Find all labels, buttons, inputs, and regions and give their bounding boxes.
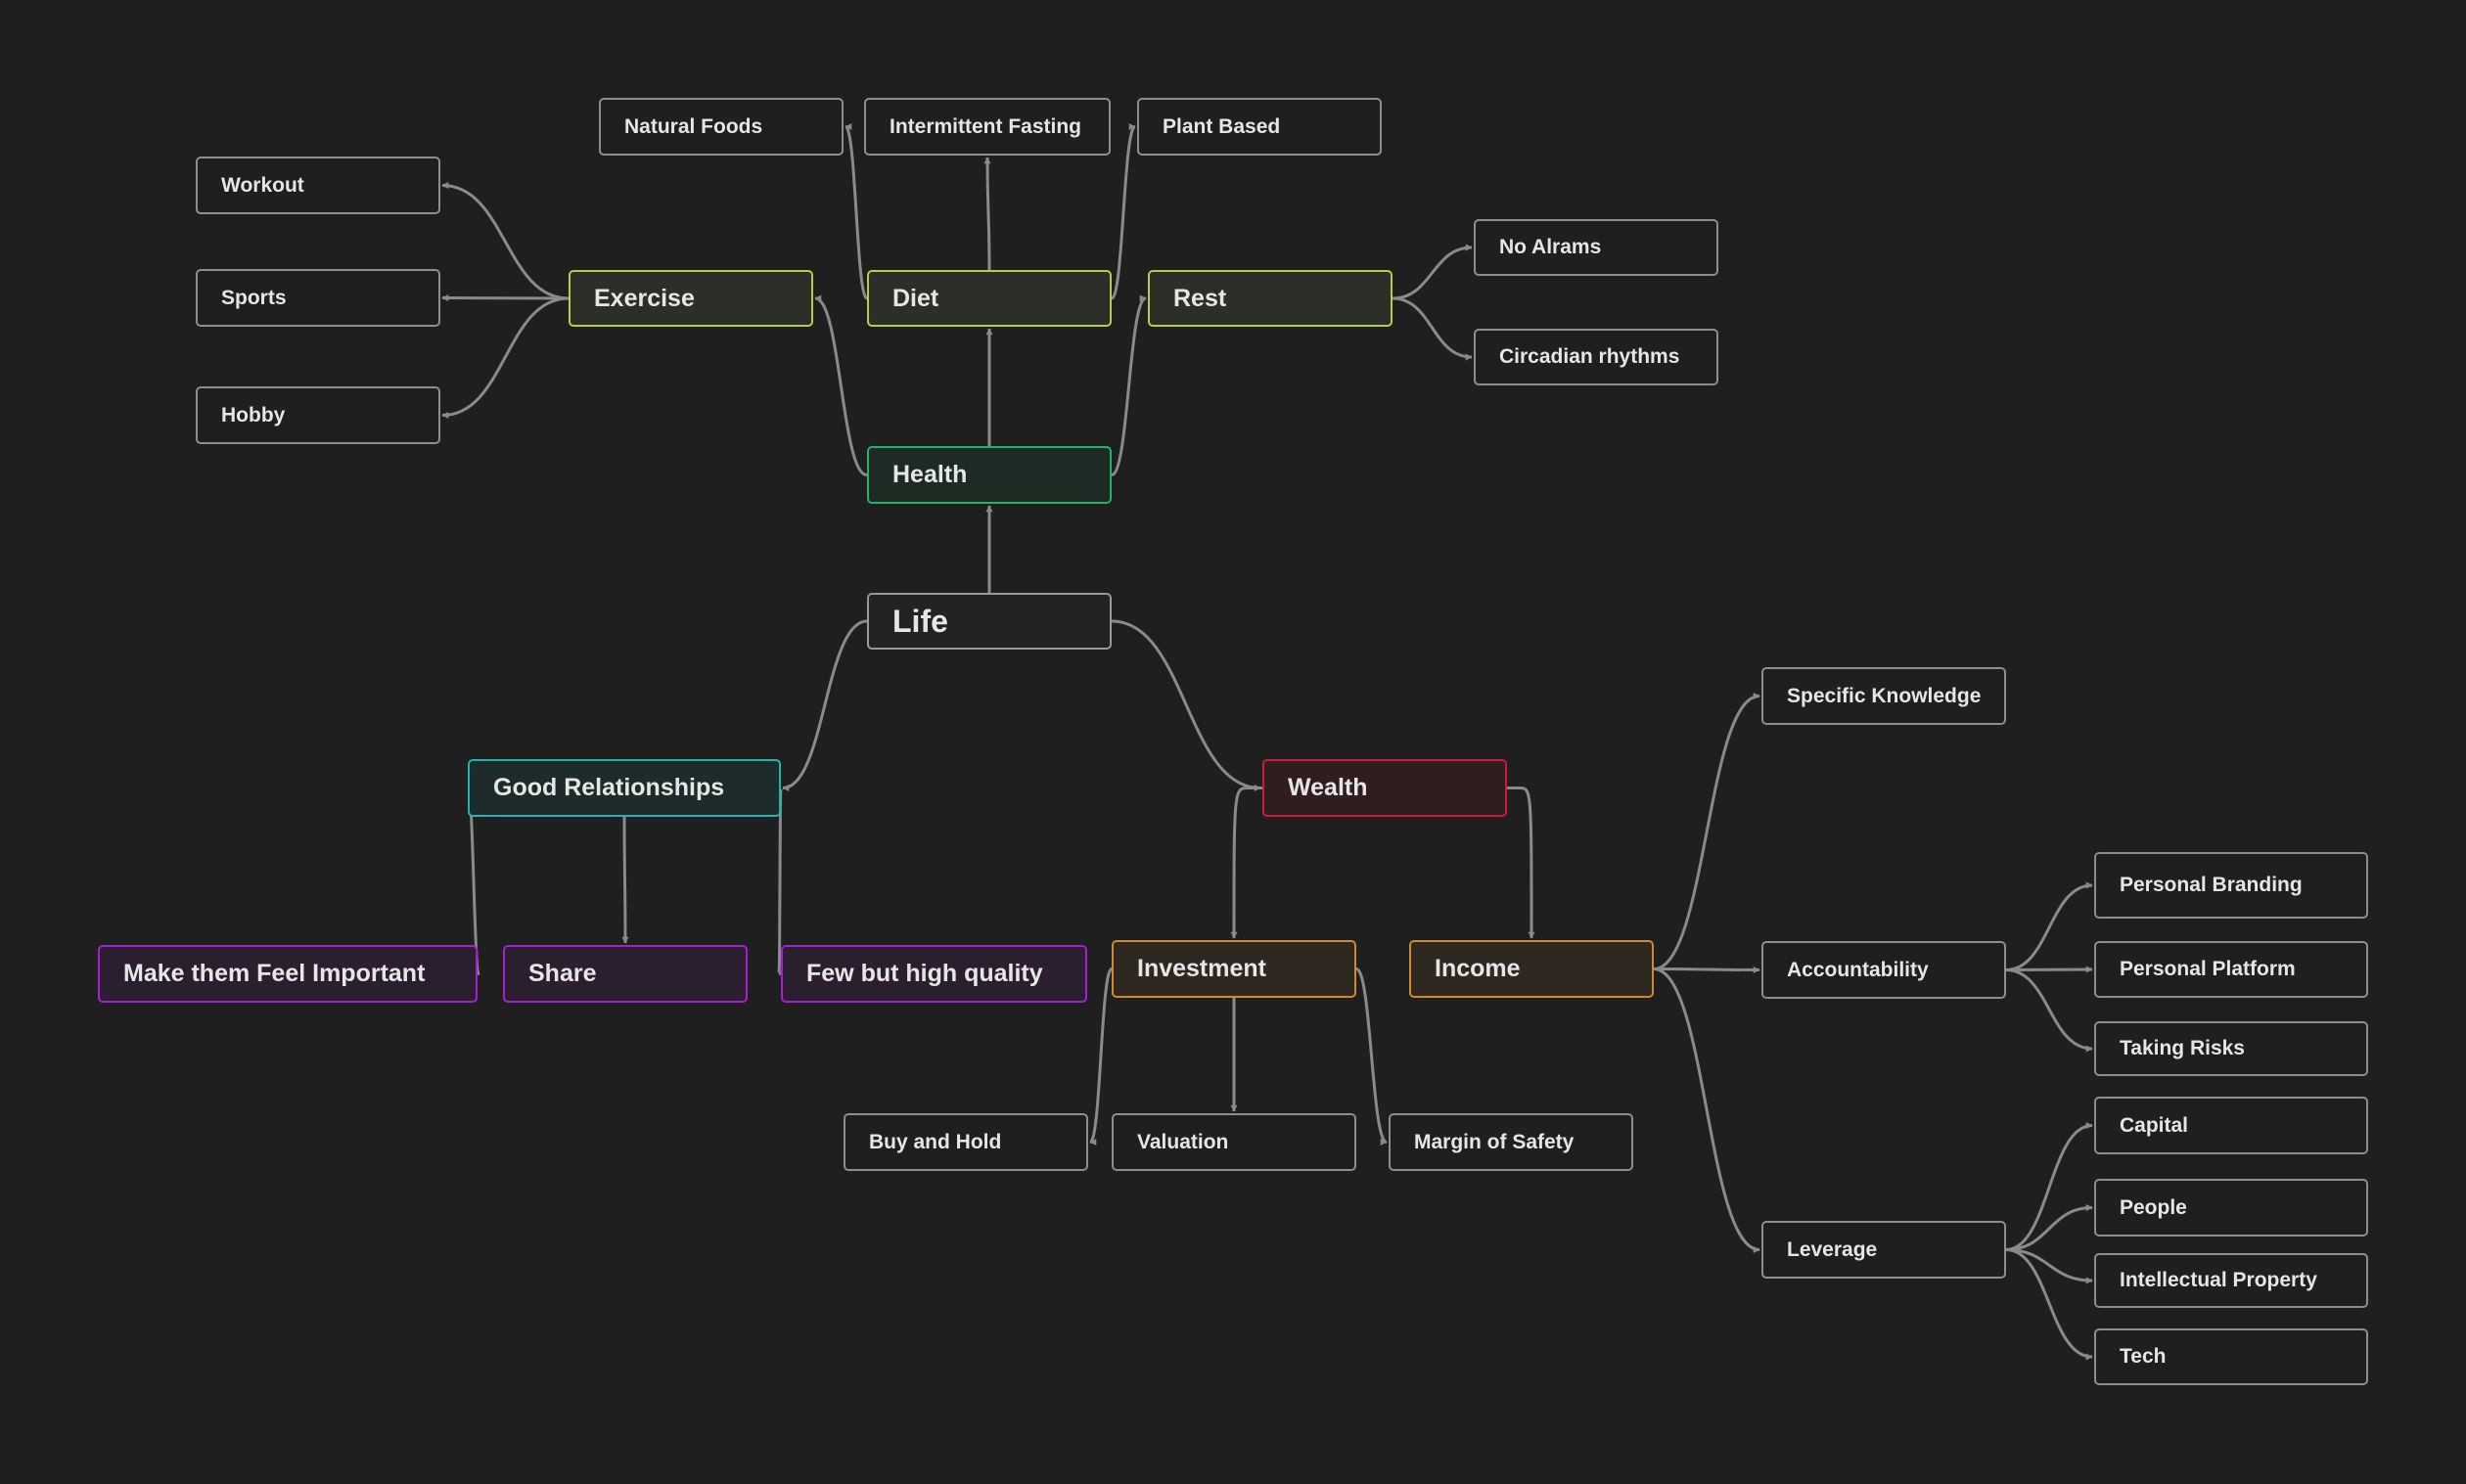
connector-accountability-to-personal_platform bbox=[2005, 966, 2093, 973]
connector-health-to-rest bbox=[1111, 294, 1147, 476]
node-personal-platform[interactable]: Personal Platform bbox=[2094, 941, 2368, 998]
node-label: Workout bbox=[221, 173, 304, 197]
node-label: Hobby bbox=[221, 403, 286, 427]
node-label: Buy and Hold bbox=[869, 1130, 1002, 1153]
connector-good_relationships-to-share bbox=[621, 816, 629, 944]
connector-wealth-to-investment bbox=[1230, 787, 1262, 939]
connector-income-to-specific_knowledge bbox=[1653, 693, 1760, 970]
node-make-them-feel-important[interactable]: Make them Feel Important bbox=[98, 945, 478, 1003]
node-label: Margin of Safety bbox=[1414, 1130, 1575, 1153]
node-specific-knowledge[interactable]: Specific Knowledge bbox=[1761, 667, 2006, 725]
node-label: Health bbox=[892, 461, 968, 488]
node-label: Intellectual Property bbox=[2120, 1269, 2317, 1291]
node-share[interactable]: Share bbox=[503, 945, 748, 1003]
node-diet[interactable]: Diet bbox=[867, 270, 1112, 327]
node-label: Natural Foods bbox=[624, 114, 763, 138]
connector-income-to-leverage bbox=[1653, 967, 1760, 1253]
connector-leverage-to-capital bbox=[2005, 1122, 2093, 1251]
node-label: Intermittent Fasting bbox=[890, 114, 1082, 138]
node-circadian-rhythms[interactable]: Circadian rhythms bbox=[1474, 329, 1718, 385]
connector-life-to-good_relationships bbox=[782, 619, 868, 791]
node-hobby[interactable]: Hobby bbox=[196, 386, 440, 444]
node-label: Exercise bbox=[594, 284, 695, 312]
connector-leverage-to-people bbox=[2005, 1204, 2093, 1251]
node-label: Life bbox=[892, 603, 948, 639]
mind-map-canvas: Life Health Exercise Diet Rest Workout S… bbox=[0, 0, 2466, 1484]
node-label: Circadian rhythms bbox=[1499, 345, 1680, 368]
node-buy-and-hold[interactable]: Buy and Hold bbox=[844, 1113, 1088, 1171]
node-label: Taking Risks bbox=[2120, 1037, 2245, 1059]
node-income[interactable]: Income bbox=[1409, 940, 1654, 998]
connector-rest-to-no_alarms bbox=[1392, 244, 1473, 300]
node-label: Personal Branding bbox=[2120, 874, 2303, 896]
node-workout[interactable]: Workout bbox=[196, 157, 440, 214]
connector-accountability-to-taking_risks bbox=[2005, 968, 2093, 1053]
node-label: Diet bbox=[892, 284, 939, 312]
node-no-alarms[interactable]: No Alrams bbox=[1474, 219, 1718, 276]
connector-investment-to-margin_of_safety bbox=[1354, 967, 1389, 1146]
node-plant-based[interactable]: Plant Based bbox=[1137, 98, 1382, 156]
node-label: Income bbox=[1435, 955, 1521, 982]
node-label: Capital bbox=[2120, 1113, 2189, 1137]
node-label: Rest bbox=[1173, 284, 1227, 312]
node-label: Personal Platform bbox=[2120, 958, 2296, 980]
connector-income-to-accountability bbox=[1653, 966, 1760, 973]
connector-investment-to-buy_and_hold bbox=[1088, 967, 1114, 1146]
node-natural-foods[interactable]: Natural Foods bbox=[599, 98, 844, 156]
node-label: Few but high quality bbox=[806, 960, 1043, 987]
node-leverage[interactable]: Leverage bbox=[1761, 1221, 2006, 1279]
node-intermittent-fasting[interactable]: Intermittent Fasting bbox=[864, 98, 1111, 156]
node-people[interactable]: People bbox=[2094, 1179, 2368, 1237]
node-label: Plant Based bbox=[1163, 114, 1281, 138]
node-margin-of-safety[interactable]: Margin of Safety bbox=[1389, 1113, 1633, 1171]
node-rest[interactable]: Rest bbox=[1148, 270, 1393, 327]
node-label: No Alrams bbox=[1499, 236, 1602, 258]
connector-exercise-to-workout bbox=[441, 182, 570, 300]
connector-diet-to-plant_based bbox=[1110, 123, 1137, 300]
node-label: Specific Knowledge bbox=[1787, 684, 1982, 707]
connector-diet-to-intermittent_fasting bbox=[983, 157, 991, 271]
node-valuation[interactable]: Valuation bbox=[1112, 1113, 1356, 1171]
node-label: Investment bbox=[1137, 955, 1266, 982]
node-intellectual-property[interactable]: Intellectual Property bbox=[2094, 1253, 2368, 1308]
node-tech[interactable]: Tech bbox=[2094, 1328, 2368, 1385]
node-few-but-high-quality[interactable]: Few but high quality bbox=[781, 945, 1087, 1003]
connector-accountability-to-personal_branding bbox=[2005, 881, 2093, 971]
node-investment[interactable]: Investment bbox=[1112, 940, 1356, 998]
node-sports[interactable]: Sports bbox=[196, 269, 440, 327]
node-capital[interactable]: Capital bbox=[2094, 1097, 2368, 1154]
node-good-relationships[interactable]: Good Relationships bbox=[468, 759, 781, 817]
connector-life-to-wealth bbox=[1111, 619, 1261, 791]
connector-exercise-to-sports bbox=[441, 294, 570, 302]
node-wealth[interactable]: Wealth bbox=[1262, 759, 1507, 817]
node-exercise[interactable]: Exercise bbox=[569, 270, 813, 327]
node-accountability[interactable]: Accountability bbox=[1761, 941, 2006, 999]
node-label: Accountability bbox=[1787, 958, 1929, 981]
node-label: Make them Feel Important bbox=[123, 960, 426, 987]
connector-good_relationships-to-few_but_high_quality bbox=[777, 787, 786, 976]
node-label: Leverage bbox=[1787, 1237, 1878, 1261]
node-health[interactable]: Health bbox=[867, 446, 1112, 504]
node-life[interactable]: Life bbox=[867, 593, 1112, 650]
connector-exercise-to-hobby bbox=[441, 296, 570, 419]
node-label: Wealth bbox=[1288, 774, 1368, 801]
connector-health-to-exercise bbox=[814, 294, 868, 476]
node-label: People bbox=[2120, 1195, 2187, 1219]
node-label: Good Relationships bbox=[493, 774, 725, 801]
connector-wealth-to-income bbox=[1507, 787, 1535, 939]
node-label: Tech bbox=[2120, 1345, 2167, 1368]
node-label: Valuation bbox=[1137, 1130, 1229, 1153]
node-label: Share bbox=[528, 960, 597, 987]
node-personal-branding[interactable]: Personal Branding bbox=[2094, 852, 2368, 919]
node-taking-risks[interactable]: Taking Risks bbox=[2094, 1021, 2368, 1076]
node-label: Sports bbox=[221, 286, 287, 309]
connector-rest-to-circadian_rhythms bbox=[1392, 296, 1473, 361]
